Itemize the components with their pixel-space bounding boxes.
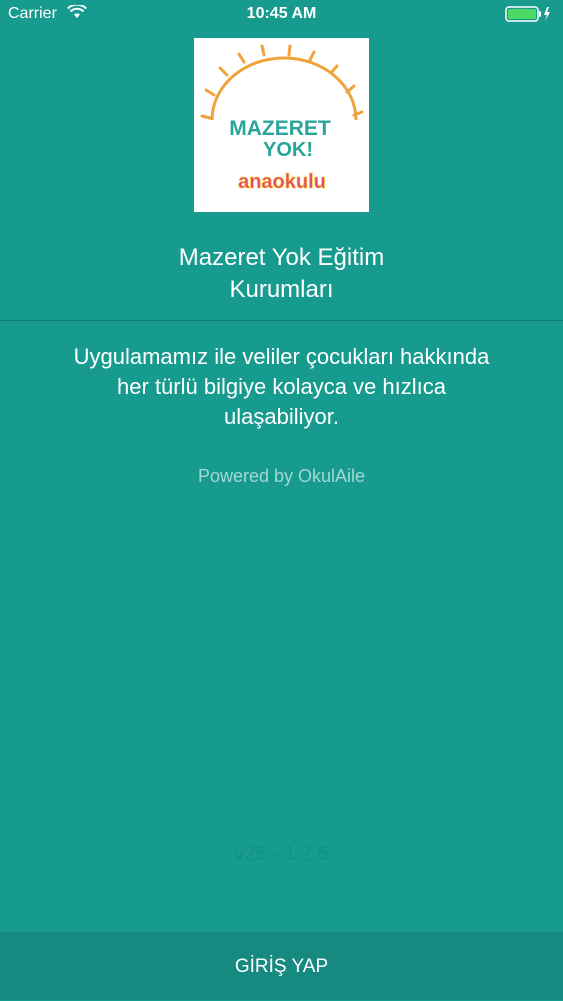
logo-text-mazeret: MAZERET	[229, 117, 331, 140]
description-line3: ulaşabiliyor.	[224, 404, 339, 429]
divider	[0, 320, 563, 321]
organization-name: Mazeret Yok Eğitim Kurumları	[0, 242, 563, 306]
status-time: 10:45 AM	[246, 5, 317, 22]
description-line1: Uygulamamız ile veliler çocukları hakkın…	[73, 344, 490, 369]
battery-icon	[505, 6, 551, 27]
organization-name-line1: Mazeret Yok Eğitim	[178, 244, 385, 271]
description-line2: her türlü bilgiye kolayca ve hızlıca	[117, 374, 446, 399]
login-button[interactable]: GİRİŞ YAP	[0, 932, 563, 1000]
app-description: Uygulamamız ile veliler çocukları hakkın…	[40, 342, 523, 432]
version-label: v25 - 1.2.5	[234, 843, 329, 865]
logo-text-yok: YOK!	[263, 139, 313, 161]
logo-text-anaokulu: anaokulu	[238, 171, 326, 193]
status-bar: Carrier 10:45 AM	[0, 0, 563, 30]
school-logo: MAZERET YOK! anaokulu	[194, 38, 369, 212]
organization-name-line2: Kurumları	[229, 276, 334, 303]
powered-by-label: Powered by OkulAile	[197, 466, 366, 486]
